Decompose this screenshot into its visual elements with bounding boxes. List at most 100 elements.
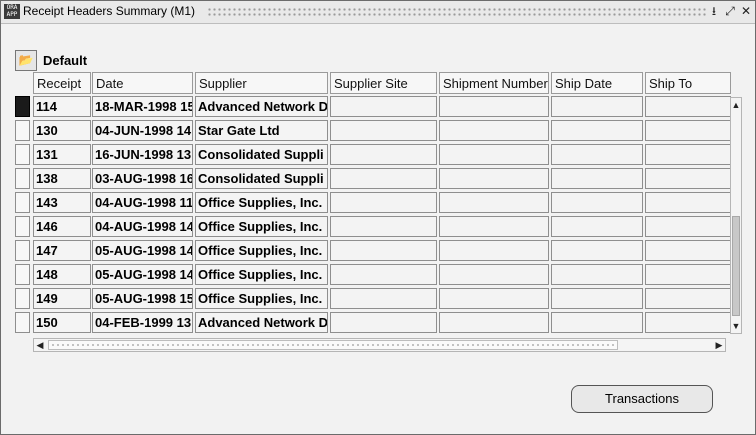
receipt-cell[interactable]: 143: [33, 192, 91, 213]
supplier-cell[interactable]: Office Supplies, Inc.: [195, 216, 328, 237]
ship-date-cell[interactable]: [551, 264, 643, 285]
row-selector[interactable]: [15, 144, 30, 165]
column-header-ship-to[interactable]: Ship To: [645, 72, 731, 94]
ship-to-cell[interactable]: [645, 312, 731, 333]
open-folder-button[interactable]: 📂: [15, 50, 37, 71]
table-row[interactable]: 147 05-AUG-1998 14 Office Supplies, Inc.: [15, 240, 731, 262]
minimize-icon[interactable]: ⭳: [707, 4, 721, 19]
row-selector[interactable]: [15, 288, 30, 309]
shipment-number-cell[interactable]: [439, 192, 549, 213]
supplier-cell[interactable]: Advanced Network D: [195, 96, 328, 117]
shipment-number-cell[interactable]: [439, 288, 549, 309]
column-header-ship-date[interactable]: Ship Date: [551, 72, 643, 94]
column-header-supplier[interactable]: Supplier: [195, 72, 328, 94]
ship-to-cell[interactable]: [645, 288, 731, 309]
ship-to-cell[interactable]: [645, 264, 731, 285]
shipment-number-cell[interactable]: [439, 168, 549, 189]
table-row[interactable]: 146 04-AUG-1998 14 Office Supplies, Inc.: [15, 216, 731, 238]
ship-to-cell[interactable]: [645, 240, 731, 261]
table-row[interactable]: 149 05-AUG-1998 15 Office Supplies, Inc.: [15, 288, 731, 310]
ship-to-cell[interactable]: [645, 168, 731, 189]
column-header-supplier-site[interactable]: Supplier Site: [330, 72, 437, 94]
supplier-site-cell[interactable]: [330, 144, 437, 165]
ship-to-cell[interactable]: [645, 120, 731, 141]
ship-date-cell[interactable]: [551, 168, 643, 189]
row-selector[interactable]: [15, 120, 30, 141]
supplier-site-cell[interactable]: [330, 312, 437, 333]
date-cell[interactable]: 04-FEB-1999 13:: [92, 312, 193, 333]
title-bar[interactable]: ORA APP Receipt Headers Summary (M1) ⭳ ⤢ …: [1, 1, 755, 24]
scroll-left-icon[interactable]: ◀: [34, 339, 46, 351]
ship-date-cell[interactable]: [551, 192, 643, 213]
date-cell[interactable]: 05-AUG-1998 14: [92, 264, 193, 285]
row-selector[interactable]: [15, 264, 30, 285]
supplier-cell[interactable]: Star Gate Ltd: [195, 120, 328, 141]
column-header-shipment-number[interactable]: Shipment Number: [439, 72, 549, 94]
ship-date-cell[interactable]: [551, 312, 643, 333]
ship-date-cell[interactable]: [551, 216, 643, 237]
column-header-date[interactable]: Date: [92, 72, 193, 94]
receipt-cell[interactable]: 148: [33, 264, 91, 285]
receipt-cell[interactable]: 150: [33, 312, 91, 333]
shipment-number-cell[interactable]: [439, 264, 549, 285]
shipment-number-cell[interactable]: [439, 144, 549, 165]
supplier-site-cell[interactable]: [330, 264, 437, 285]
supplier-site-cell[interactable]: [330, 240, 437, 261]
ship-date-cell[interactable]: [551, 96, 643, 117]
table-row[interactable]: 148 05-AUG-1998 14 Office Supplies, Inc.: [15, 264, 731, 286]
vertical-scroll-thumb[interactable]: [732, 216, 740, 316]
date-cell[interactable]: 05-AUG-1998 15: [92, 288, 193, 309]
supplier-cell[interactable]: Office Supplies, Inc.: [195, 240, 328, 261]
row-selector[interactable]: [15, 312, 30, 333]
date-cell[interactable]: 04-AUG-1998 14: [92, 216, 193, 237]
date-cell[interactable]: 03-AUG-1998 16: [92, 168, 193, 189]
ship-to-cell[interactable]: [645, 216, 731, 237]
receipt-cell[interactable]: 146: [33, 216, 91, 237]
vertical-scrollbar[interactable]: ▲ ▼: [730, 97, 742, 334]
close-icon[interactable]: ✕: [739, 4, 753, 19]
table-row[interactable]: 114 18-MAR-1998 15 Advanced Network D: [15, 96, 731, 118]
table-row[interactable]: 138 03-AUG-1998 16 Consolidated Suppli: [15, 168, 731, 190]
ship-to-cell[interactable]: [645, 96, 731, 117]
scroll-up-icon[interactable]: ▲: [731, 98, 741, 112]
supplier-cell[interactable]: Consolidated Suppli: [195, 144, 328, 165]
row-selector[interactable]: [15, 192, 30, 213]
scroll-right-icon[interactable]: ▶: [713, 339, 725, 351]
shipment-number-cell[interactable]: [439, 216, 549, 237]
supplier-site-cell[interactable]: [330, 96, 437, 117]
ship-to-cell[interactable]: [645, 192, 731, 213]
shipment-number-cell[interactable]: [439, 240, 549, 261]
maximize-icon[interactable]: ⤢: [723, 4, 737, 19]
receipt-cell[interactable]: 131: [33, 144, 91, 165]
receipt-cell[interactable]: 138: [33, 168, 91, 189]
table-row[interactable]: 150 04-FEB-1999 13: Advanced Network D: [15, 312, 731, 334]
ship-date-cell[interactable]: [551, 240, 643, 261]
column-header-receipt[interactable]: Receipt: [33, 72, 91, 94]
supplier-cell[interactable]: Advanced Network D: [195, 312, 328, 333]
supplier-site-cell[interactable]: [330, 168, 437, 189]
table-row[interactable]: 130 04-JUN-1998 14: Star Gate Ltd: [15, 120, 731, 142]
supplier-site-cell[interactable]: [330, 288, 437, 309]
date-cell[interactable]: 05-AUG-1998 14: [92, 240, 193, 261]
date-cell[interactable]: 04-JUN-1998 14:: [92, 120, 193, 141]
row-selector[interactable]: [15, 240, 30, 261]
receipt-cell[interactable]: 149: [33, 288, 91, 309]
table-row[interactable]: 143 04-AUG-1998 11 Office Supplies, Inc.: [15, 192, 731, 214]
row-selector[interactable]: [15, 168, 30, 189]
horizontal-scroll-thumb[interactable]: [48, 340, 618, 350]
supplier-cell[interactable]: Office Supplies, Inc.: [195, 192, 328, 213]
supplier-site-cell[interactable]: [330, 192, 437, 213]
supplier-site-cell[interactable]: [330, 120, 437, 141]
ship-to-cell[interactable]: [645, 144, 731, 165]
ship-date-cell[interactable]: [551, 288, 643, 309]
transactions-button[interactable]: Transactions: [571, 385, 713, 413]
supplier-site-cell[interactable]: [330, 216, 437, 237]
date-cell[interactable]: 16-JUN-1998 13:: [92, 144, 193, 165]
shipment-number-cell[interactable]: [439, 120, 549, 141]
supplier-cell[interactable]: Consolidated Suppli: [195, 168, 328, 189]
row-selector[interactable]: [15, 96, 30, 117]
scroll-down-icon[interactable]: ▼: [731, 319, 741, 333]
horizontal-scrollbar[interactable]: ◀ ▶: [33, 338, 726, 352]
shipment-number-cell[interactable]: [439, 96, 549, 117]
ship-date-cell[interactable]: [551, 120, 643, 141]
